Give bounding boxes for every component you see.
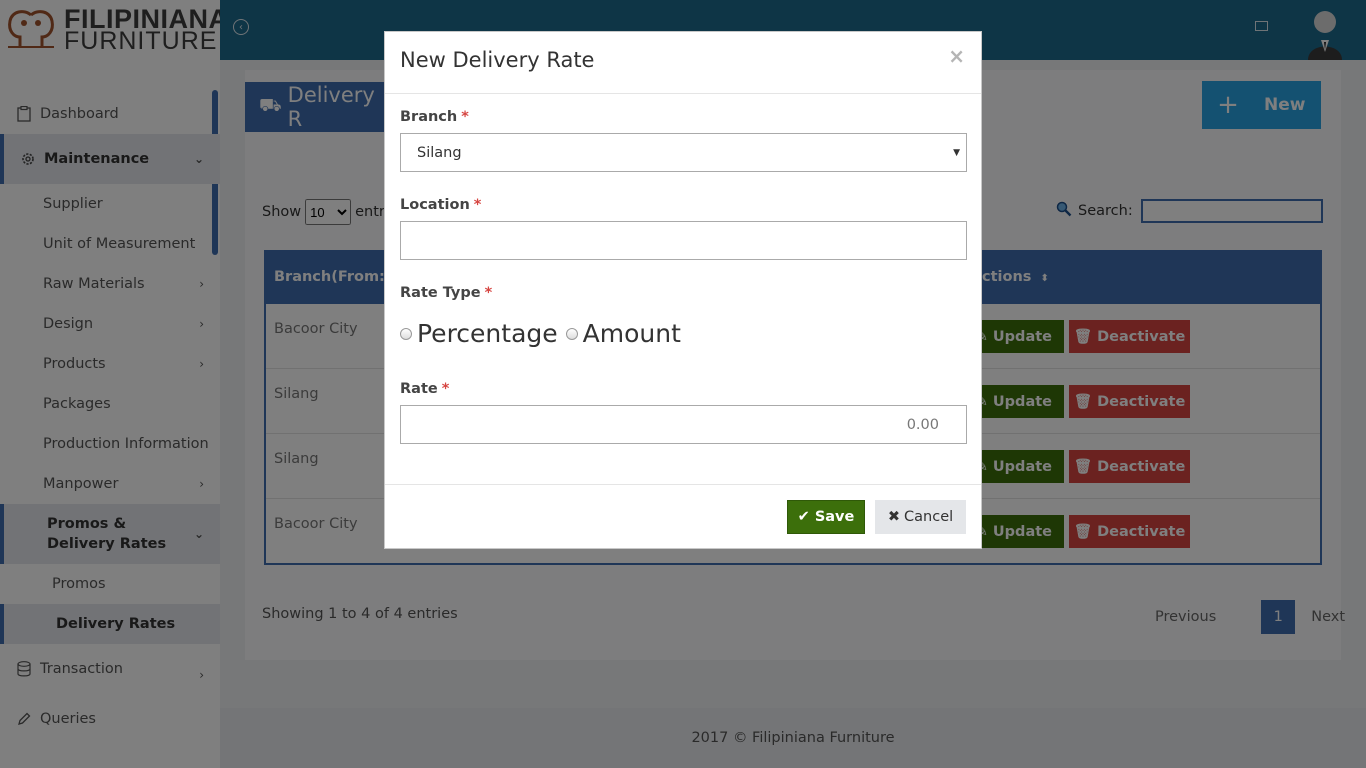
- branch-select[interactable]: Silang ▼: [400, 133, 967, 172]
- new-delivery-rate-modal: New Delivery Rate × Branch * Silang ▼ Loc…: [384, 31, 982, 549]
- location-label: Location *: [400, 197, 481, 213]
- cancel-button-label: Cancel: [904, 509, 954, 525]
- required-mark: *: [461, 109, 469, 125]
- modal-header: New Delivery Rate ×: [385, 32, 981, 94]
- required-mark: *: [441, 381, 450, 397]
- rate-type-label: Rate Type *: [400, 285, 492, 301]
- rate-label-text: Rate: [400, 381, 438, 397]
- save-button-label: Save: [814, 509, 855, 525]
- rate-input[interactable]: 0.00: [400, 405, 967, 444]
- save-button[interactable]: ✔ Save: [787, 500, 865, 534]
- amount-radio[interactable]: [565, 327, 578, 340]
- branch-label: Branch *: [400, 109, 469, 125]
- location-input[interactable]: [400, 221, 967, 260]
- modal-footer: ✔ Save ✖ Cancel: [385, 484, 981, 548]
- branch-label-text: Branch: [400, 109, 458, 125]
- close-icon[interactable]: ×: [948, 44, 965, 68]
- rate-input-value: 0.00: [906, 416, 939, 433]
- required-mark: *: [484, 285, 493, 301]
- caret-down-icon: ▼: [953, 148, 960, 158]
- percentage-radio[interactable]: [400, 327, 412, 340]
- location-label-text: Location: [400, 197, 470, 213]
- modal-title: New Delivery Rate: [400, 48, 595, 72]
- required-mark: *: [473, 197, 482, 213]
- rate-type-radio-group: Percentage Amount: [400, 319, 681, 348]
- rate-type-label-text: Rate Type: [400, 285, 481, 301]
- cancel-button[interactable]: ✖ Cancel: [875, 500, 966, 534]
- percentage-radio-label[interactable]: Percentage: [417, 319, 558, 348]
- branch-select-value: Silang: [417, 144, 462, 161]
- x-icon: ✖: [887, 509, 901, 525]
- rate-label: Rate *: [400, 381, 449, 397]
- amount-radio-label[interactable]: Amount: [583, 319, 681, 348]
- check-icon: ✔: [797, 509, 810, 525]
